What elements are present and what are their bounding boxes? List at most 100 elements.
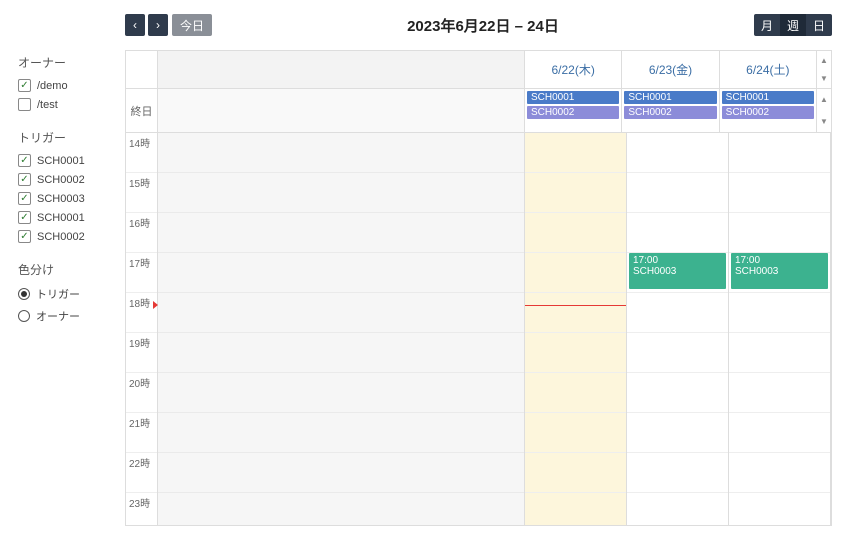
grid-slot[interactable]	[525, 213, 626, 253]
checkbox-icon[interactable]	[18, 154, 31, 167]
allday-event[interactable]: SCH0001	[722, 91, 814, 104]
day-column[interactable]	[525, 133, 627, 525]
sidebar: オーナー /demo /test トリガー SCH0001 SCH0002 SC…	[0, 0, 125, 540]
trigger-label: SCH0001	[37, 212, 85, 224]
allday-scroll: ▲ ▼	[817, 51, 831, 88]
now-marker-icon	[153, 301, 158, 309]
nav-buttons: ‹ ›	[125, 14, 168, 36]
trigger-label: SCH0002	[37, 231, 85, 243]
trigger-item[interactable]: SCH0003	[18, 192, 115, 205]
checkbox-icon[interactable]	[18, 211, 31, 224]
trigger-item[interactable]: SCH0001	[18, 211, 115, 224]
allday-event[interactable]: SCH0002	[624, 106, 716, 119]
checkbox-icon[interactable]	[18, 230, 31, 243]
today-button[interactable]: 今日	[172, 14, 212, 36]
hour-label: 19時	[126, 333, 157, 373]
allday-column[interactable]: SCH0001 SCH0002	[622, 89, 719, 132]
owner-item[interactable]: /test	[18, 98, 115, 111]
grid-slot[interactable]	[627, 173, 728, 213]
grid-slot	[158, 493, 524, 525]
color-option-label: オーナー	[36, 308, 80, 324]
grid-slot	[158, 173, 524, 213]
owner-label: /test	[37, 99, 58, 111]
allday-event[interactable]: SCH0002	[527, 106, 619, 119]
grid-slot[interactable]	[729, 173, 830, 213]
timed-event[interactable]: 17:00SCH0003	[629, 253, 726, 289]
grid-slot[interactable]	[525, 173, 626, 213]
view-month-button[interactable]: 月	[754, 14, 780, 36]
time-grid-scroll[interactable]: 14時15時16時17時18時19時20時21時22時23時 17:00SCH00…	[126, 133, 831, 525]
time-axis: 14時15時16時17時18時19時20時21時22時23時	[126, 133, 158, 525]
grid-slot[interactable]	[525, 133, 626, 173]
grid-slot[interactable]	[525, 293, 626, 333]
chevron-left-icon: ‹	[133, 18, 137, 32]
view-switch: 月 週 日	[754, 14, 832, 36]
grid-slot[interactable]	[729, 293, 830, 333]
grid-slot[interactable]	[525, 453, 626, 493]
grid-slot[interactable]	[627, 493, 728, 525]
grid-slot[interactable]	[627, 133, 728, 173]
day-header[interactable]: 6/24(土)	[720, 51, 817, 88]
grid-slot[interactable]	[525, 413, 626, 453]
owner-title: オーナー	[18, 54, 115, 71]
checkbox-icon[interactable]	[18, 192, 31, 205]
grid-slot[interactable]	[729, 493, 830, 525]
day-column[interactable]: 17:00SCH0003	[729, 133, 831, 525]
owner-item[interactable]: /demo	[18, 79, 115, 92]
trigger-item[interactable]: SCH0001	[18, 154, 115, 167]
allday-expand-down-icon[interactable]: ▼	[817, 111, 831, 133]
checkbox-icon[interactable]	[18, 79, 31, 92]
grid-slot[interactable]	[525, 373, 626, 413]
color-option-label: トリガー	[36, 286, 80, 302]
radio-icon[interactable]	[18, 288, 30, 300]
allday-event[interactable]: SCH0001	[527, 91, 619, 104]
allday-expand-up-icon[interactable]: ▲	[817, 51, 831, 70]
grid-slot[interactable]	[729, 213, 830, 253]
chevron-right-icon: ›	[156, 18, 160, 32]
grid-slot[interactable]	[525, 493, 626, 525]
checkbox-icon[interactable]	[18, 98, 31, 111]
hour-label: 15時	[126, 173, 157, 213]
header-corner	[126, 51, 158, 88]
view-week-button[interactable]: 週	[780, 14, 806, 36]
grid-slot[interactable]	[627, 413, 728, 453]
allday-column[interactable]: SCH0001 SCH0002	[525, 89, 622, 132]
trigger-item[interactable]: SCH0002	[18, 230, 115, 243]
allday-expand-down-icon[interactable]: ▼	[817, 70, 831, 89]
color-option[interactable]: トリガー	[18, 286, 115, 302]
day-header[interactable]: 6/23(金)	[622, 51, 719, 88]
day-column[interactable]: 17:00SCH0003	[627, 133, 729, 525]
trigger-title: トリガー	[18, 129, 115, 146]
trigger-label: SCH0003	[37, 193, 85, 205]
grid-slot[interactable]	[627, 453, 728, 493]
trigger-group: トリガー SCH0001 SCH0002 SCH0003 SCH0001 SCH…	[18, 129, 115, 243]
grid-slot[interactable]	[525, 253, 626, 293]
owner-label: /demo	[37, 80, 68, 92]
grid-slot[interactable]	[525, 333, 626, 373]
checkbox-icon[interactable]	[18, 173, 31, 186]
prev-button[interactable]: ‹	[125, 14, 145, 36]
grid-slot[interactable]	[729, 413, 830, 453]
allday-expand-up-icon[interactable]: ▲	[817, 89, 831, 111]
grid-slot[interactable]	[729, 453, 830, 493]
trigger-item[interactable]: SCH0002	[18, 173, 115, 186]
hour-label: 23時	[126, 493, 157, 525]
grid-slot[interactable]	[729, 333, 830, 373]
grid-slot[interactable]	[627, 373, 728, 413]
view-day-button[interactable]: 日	[806, 14, 832, 36]
grid-slot[interactable]	[627, 293, 728, 333]
radio-icon[interactable]	[18, 310, 30, 322]
grid-slot[interactable]	[729, 373, 830, 413]
grid-slot[interactable]	[729, 133, 830, 173]
color-option[interactable]: オーナー	[18, 308, 115, 324]
next-button[interactable]: ›	[148, 14, 168, 36]
timed-event[interactable]: 17:00SCH0003	[731, 253, 828, 289]
allday-event[interactable]: SCH0002	[722, 106, 814, 119]
allday-event[interactable]: SCH0001	[624, 91, 716, 104]
grid-slot[interactable]	[627, 333, 728, 373]
grid-slot	[158, 373, 524, 413]
hour-label: 18時	[126, 293, 157, 333]
allday-column[interactable]: SCH0001 SCH0002	[720, 89, 817, 132]
grid-slot[interactable]	[627, 213, 728, 253]
day-header[interactable]: 6/22(木)	[525, 51, 622, 88]
